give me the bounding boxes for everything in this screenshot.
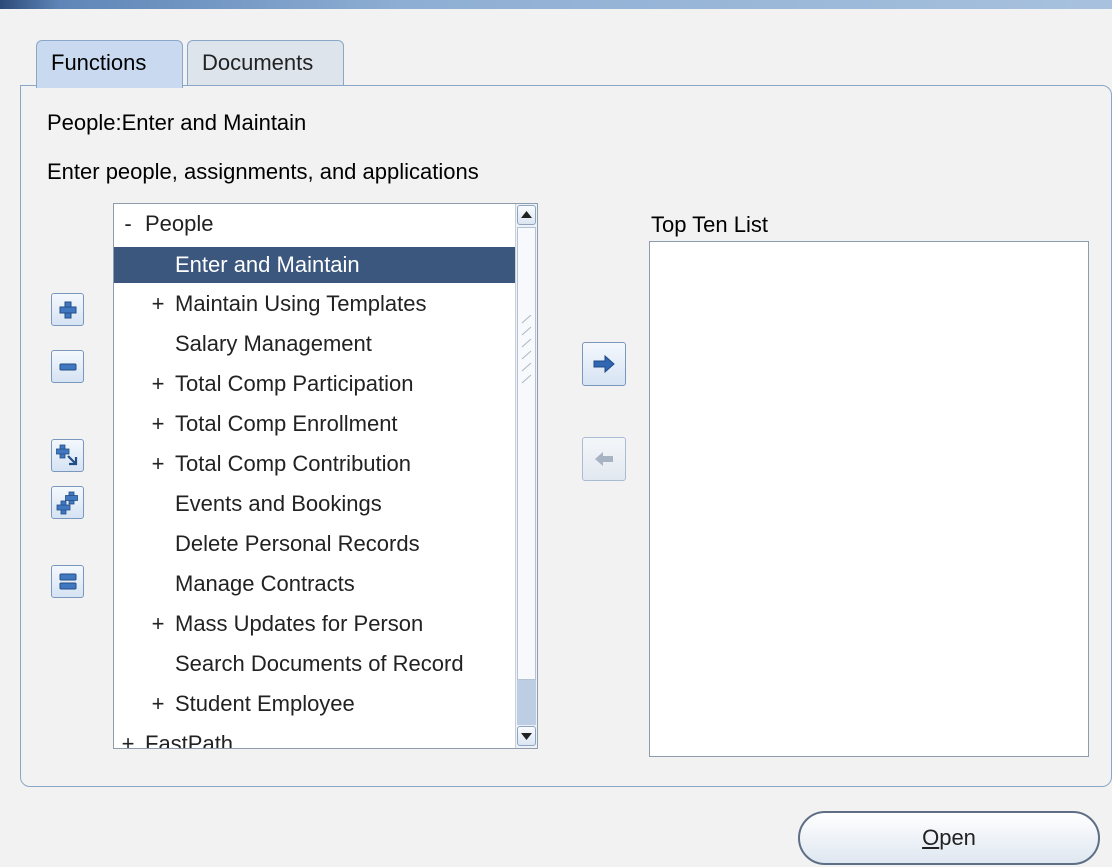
tree-item-label: Delete Personal Records [175, 531, 420, 556]
arrow-up-icon [521, 211, 532, 218]
collapse-button[interactable] [51, 350, 84, 383]
tab-functions[interactable]: Functions [36, 40, 183, 88]
arrow-down-icon [521, 733, 532, 740]
function-tree[interactable]: - People Enter and Maintain + Maintain Using… [113, 203, 538, 749]
function-description: Enter people, assignments, and applicati… [47, 159, 479, 184]
tree-item-label: Mass Updates for Person [175, 611, 424, 636]
arrow-right-icon [593, 354, 615, 374]
open-button-label: pen [939, 825, 976, 850]
tree-item[interactable]: Events and Bookings [114, 484, 517, 524]
open-button-mnemonic: O [922, 825, 940, 850]
expand-all-button[interactable] [51, 486, 84, 519]
tree-item[interactable]: Search Documents of Record [114, 644, 517, 684]
tree-item-label: People [145, 211, 214, 236]
window-title-bar [0, 0, 1112, 9]
scroll-up-button[interactable] [517, 205, 536, 225]
tree-item-label: Total Comp Participation [175, 371, 414, 396]
tree-item[interactable]: + Total Comp Contribution [114, 444, 517, 484]
tree-expander[interactable]: + [148, 444, 168, 484]
expand-branch-icon [55, 444, 77, 465]
scroll-thumb[interactable] [517, 227, 536, 680]
tree-item[interactable]: Delete Personal Records [114, 524, 517, 564]
tree-scrollbar[interactable] [515, 204, 537, 748]
grip-icon [521, 315, 532, 384]
add-to-top-ten-button[interactable] [582, 342, 626, 386]
expand-branch-button[interactable] [51, 439, 84, 472]
tree-rows: - People Enter and Maintain + Maintain Using… [114, 204, 517, 749]
tree-expander[interactable]: + [148, 404, 168, 444]
tree-item-label: Salary Management [175, 331, 372, 356]
top-ten-list[interactable] [649, 241, 1089, 757]
tree-item-label: Total Comp Contribution [175, 451, 412, 476]
scroll-track[interactable] [517, 680, 536, 725]
arrow-left-icon [595, 452, 613, 466]
tree-item[interactable]: + FastPath [114, 724, 517, 749]
tree-item[interactable]: + Mass Updates for Person [114, 604, 517, 644]
tree-item[interactable]: Salary Management [114, 324, 517, 364]
tree-item[interactable]: Manage Contracts [114, 564, 517, 604]
top-ten-label: Top Ten List [651, 212, 769, 237]
tree-item-label: Search Documents of Record [175, 651, 464, 676]
tree-item[interactable]: Enter and Maintain [114, 247, 517, 283]
tree-item-label: FastPath [145, 731, 234, 749]
minus-icon [59, 363, 76, 370]
scroll-down-button[interactable] [517, 726, 536, 746]
tree-item-label: Maintain Using Templates [175, 291, 427, 316]
tree-item-label: Manage Contracts [175, 571, 355, 596]
tree-expander[interactable]: - [118, 204, 138, 244]
tree-item-label: Events and Bookings [175, 491, 382, 516]
tree-item[interactable]: + Student Employee [114, 684, 517, 724]
tree-expander[interactable]: + [148, 284, 168, 324]
tree-item-label: Student Employee [175, 691, 355, 716]
expand-button[interactable] [51, 293, 84, 326]
remove-from-top-ten-button[interactable] [582, 437, 626, 481]
tree-item-label: Total Comp Enrollment [175, 411, 398, 436]
tree-item[interactable]: - People [114, 204, 517, 244]
collapse-all-icon [59, 573, 76, 589]
tab-documents[interactable]: Documents [187, 40, 344, 86]
tree-item[interactable]: + Total Comp Enrollment [114, 404, 517, 444]
function-title: People:Enter and Maintain [47, 110, 307, 135]
open-button[interactable]: Open [798, 811, 1100, 865]
tree-expander[interactable]: + [118, 724, 138, 748]
tree-expander[interactable]: + [148, 604, 168, 644]
tree-item[interactable]: + Maintain Using Templates [114, 284, 517, 324]
plus-icon [59, 301, 76, 318]
expand-all-icon [56, 491, 78, 514]
collapse-all-button[interactable] [51, 565, 84, 598]
tree-expander[interactable]: + [148, 364, 168, 404]
tree-item-label: Enter and Maintain [175, 252, 360, 277]
tree-item[interactable]: + Total Comp Participation [114, 364, 517, 404]
tree-expander[interactable]: + [148, 684, 168, 724]
